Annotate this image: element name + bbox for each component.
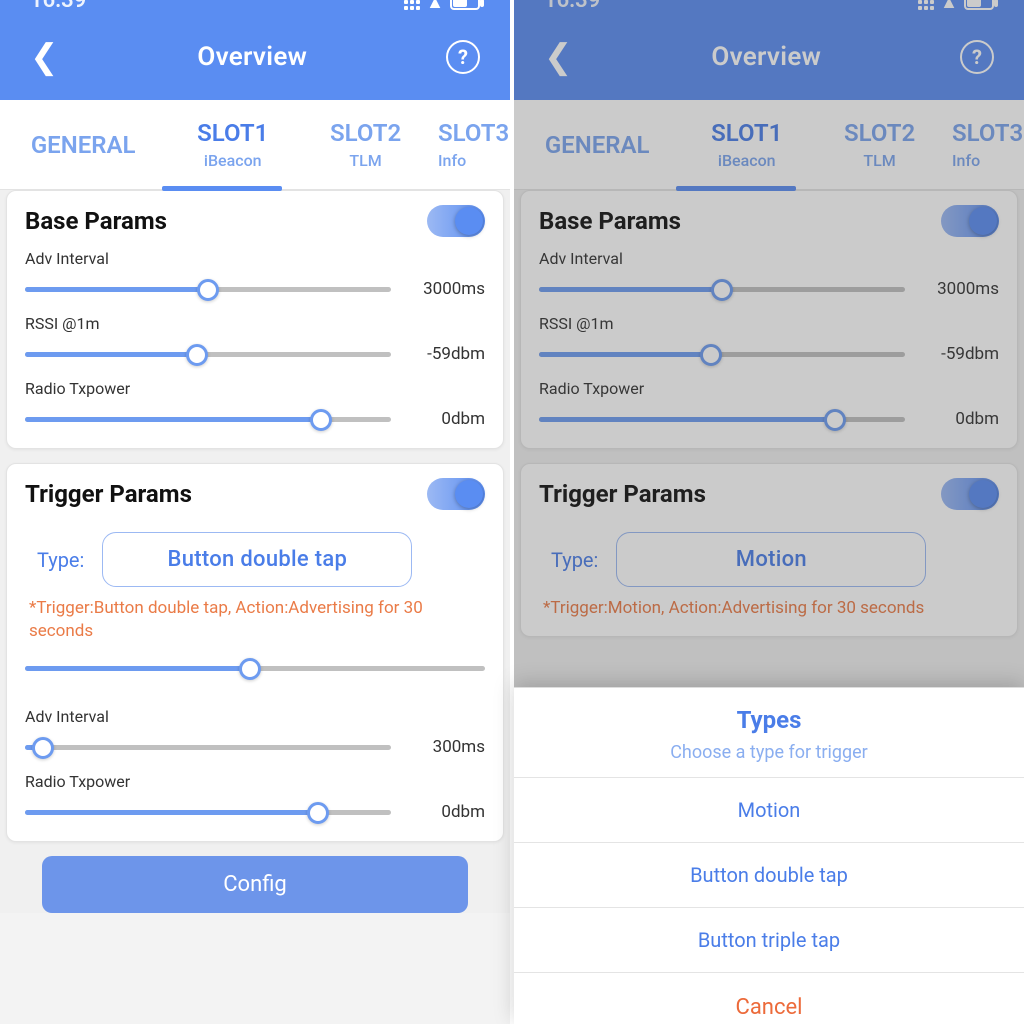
type-picker-sheet: Types Choose a type for trigger Motion B… — [514, 687, 1024, 1024]
adv-interval-slider[interactable] — [539, 276, 905, 302]
status-time: 16:39 — [544, 0, 600, 13]
page-title: Overview — [711, 42, 821, 72]
nav-bar: ❮ Overview ? — [0, 20, 510, 100]
tab-slot3[interactable]: SLOT3Info — [946, 100, 1024, 189]
page-title: Overview — [197, 42, 307, 72]
option-triple-tap[interactable]: Button triple tap — [514, 907, 1024, 972]
trigger-params-toggle[interactable] — [941, 478, 999, 510]
tab-general[interactable]: GENERAL — [0, 100, 166, 189]
trigger-adv-slider[interactable] — [25, 734, 391, 760]
rssi-slider[interactable] — [539, 341, 905, 367]
status-icons: ▲ — [918, 0, 994, 13]
tab-slot2[interactable]: SLOT2TLM — [813, 100, 946, 189]
rssi-value: -59dbm — [405, 344, 485, 364]
trigger-adv-label: Adv Interval — [25, 707, 485, 726]
trigger-duration-slider[interactable] — [25, 655, 485, 681]
adv-interval-label: Adv Interval — [539, 249, 999, 268]
sheet-hint: Choose a type for trigger — [514, 742, 1024, 763]
status-time: 16:39 — [30, 0, 86, 13]
base-params-title: Base Params — [25, 207, 167, 235]
base-params-card: Base Params Adv Interval 3000ms RSSI @1m… — [6, 190, 504, 449]
trigger-tx-value: 0dbm — [405, 802, 485, 822]
help-icon[interactable]: ? — [446, 40, 480, 74]
status-bar: 16:39 ▲ — [514, 0, 1024, 20]
adv-interval-value: 3000ms — [405, 279, 485, 299]
trigger-warning: *Trigger:Motion, Action:Advertising for … — [539, 597, 999, 620]
txpower-slider[interactable] — [539, 406, 905, 432]
trigger-warning: *Trigger:Button double tap, Action:Adver… — [25, 597, 485, 643]
trigger-type-button[interactable]: Motion — [616, 532, 926, 587]
tab-slot2[interactable]: SLOT2TLM — [299, 100, 432, 189]
txpower-label: Radio Txpower — [539, 379, 999, 398]
base-params-toggle[interactable] — [427, 205, 485, 237]
rssi-label: RSSI @1m — [539, 314, 999, 333]
trigger-tx-label: Radio Txpower — [25, 772, 485, 791]
status-icons: ▲ — [404, 0, 480, 13]
trigger-params-toggle[interactable] — [427, 478, 485, 510]
trigger-type-label: Type: — [25, 548, 84, 572]
base-params-card: Base Params Adv Interval 3000ms RSSI @1m… — [520, 190, 1018, 449]
adv-interval-value: 3000ms — [919, 279, 999, 299]
tab-general[interactable]: GENERAL — [514, 100, 680, 189]
option-double-tap[interactable]: Button double tap — [514, 842, 1024, 907]
base-params-toggle[interactable] — [941, 205, 999, 237]
status-bar: 16:39 ▲ — [0, 0, 510, 20]
adv-interval-label: Adv Interval — [25, 249, 485, 268]
battery-icon — [964, 0, 994, 10]
txpower-value: 0dbm — [919, 409, 999, 429]
help-icon[interactable]: ? — [960, 40, 994, 74]
rssi-label: RSSI @1m — [25, 314, 485, 333]
tab-bar: GENERAL SLOT1iBeacon SLOT2TLM SLOT3Info — [0, 100, 510, 190]
cellular-icon — [918, 0, 934, 10]
config-button[interactable]: Config — [42, 856, 468, 913]
trigger-params-card: Trigger Params Type: Motion *Trigger:Mot… — [520, 463, 1018, 637]
rssi-value: -59dbm — [919, 344, 999, 364]
wifi-icon: ▲ — [940, 0, 958, 13]
txpower-slider[interactable] — [25, 406, 391, 432]
adv-interval-slider[interactable] — [25, 276, 391, 302]
trigger-params-title: Trigger Params — [539, 480, 706, 508]
trigger-type-button[interactable]: Button double tap — [102, 532, 412, 587]
rssi-slider[interactable] — [25, 341, 391, 367]
trigger-params-card: Trigger Params Type: Button double tap *… — [6, 463, 504, 842]
trigger-tx-slider[interactable] — [25, 799, 391, 825]
trigger-adv-value: 300ms — [405, 737, 485, 757]
txpower-value: 0dbm — [405, 409, 485, 429]
back-icon[interactable]: ❮ — [30, 37, 59, 77]
trigger-type-label: Type: — [539, 548, 598, 572]
tab-indicator — [162, 186, 282, 191]
option-cancel[interactable]: Cancel — [514, 972, 1024, 1024]
option-motion[interactable]: Motion — [514, 777, 1024, 842]
nav-bar: ❮ Overview ? — [514, 20, 1024, 100]
back-icon[interactable]: ❮ — [544, 37, 573, 77]
tab-indicator — [676, 186, 796, 191]
trigger-params-title: Trigger Params — [25, 480, 192, 508]
tab-slot3[interactable]: SLOT3Info — [432, 100, 510, 189]
txpower-label: Radio Txpower — [25, 379, 485, 398]
battery-icon — [450, 0, 480, 10]
sheet-title: Types — [514, 706, 1024, 734]
cellular-icon — [404, 0, 420, 10]
wifi-icon: ▲ — [426, 0, 444, 13]
base-params-title: Base Params — [539, 207, 681, 235]
tab-bar: GENERAL SLOT1iBeacon SLOT2TLM SLOT3Info — [514, 100, 1024, 190]
tab-slot1[interactable]: SLOT1iBeacon — [166, 100, 299, 189]
tab-slot1[interactable]: SLOT1iBeacon — [680, 100, 813, 189]
